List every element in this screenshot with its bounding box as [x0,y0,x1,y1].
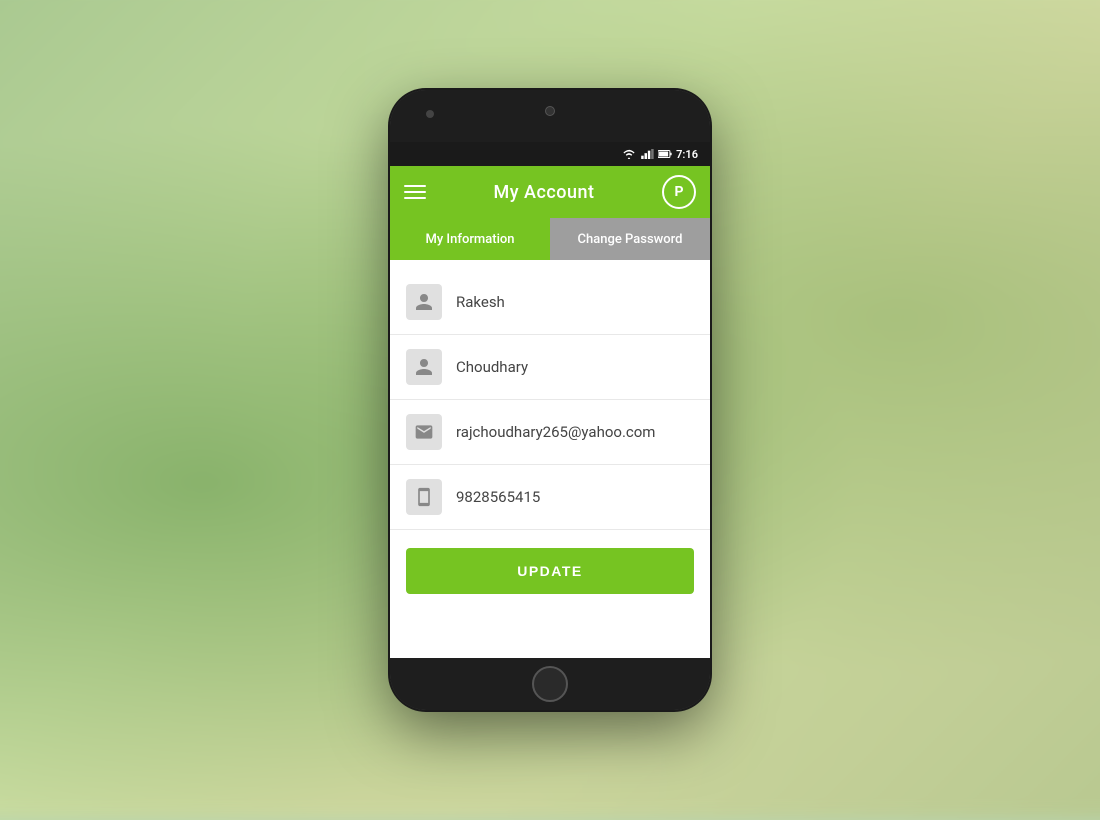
home-button[interactable] [532,666,568,702]
email-value: rajchoudhary265@yahoo.com [456,423,694,441]
menu-button[interactable] [404,185,426,199]
email-icon [406,414,442,450]
person-icon-2 [406,349,442,385]
phone-speaker [426,110,434,118]
lastname-value: Choudhary [456,358,694,376]
update-button[interactable]: UPDATE [406,548,694,594]
status-bar: 7:16 [390,142,710,166]
field-firstname[interactable]: Rakesh [390,270,710,335]
form-area: Rakesh Choudhary rajchoudhary265@y [390,260,710,658]
field-email[interactable]: rajchoudhary265@yahoo.com [390,400,710,465]
wifi-icon [622,149,636,159]
tab-bar: My Information Change Password [390,218,710,260]
field-lastname[interactable]: Choudhary [390,335,710,400]
phone-camera [545,106,555,116]
top-bezel [390,90,710,142]
bottom-bezel [390,658,710,710]
app-screen: My Account P My Information Change Passw… [390,166,710,658]
firstname-value: Rakesh [456,293,694,311]
tab-change-password[interactable]: Change Password [550,218,710,260]
phone-icon [406,479,442,515]
field-phone[interactable]: 9828565415 [390,465,710,530]
tab-my-information[interactable]: My Information [390,218,550,260]
app-logo[interactable]: P [662,175,696,209]
phone-value: 9828565415 [456,488,694,506]
phone-shell: 7:16 My Account P My Information Change … [390,90,710,710]
status-icons: 7:16 [622,148,698,161]
app-title: My Account [494,182,595,203]
battery-icon [658,149,672,159]
signal-icon [640,149,654,159]
person-icon-1 [406,284,442,320]
app-bar: My Account P [390,166,710,218]
time-display: 7:16 [676,148,698,161]
